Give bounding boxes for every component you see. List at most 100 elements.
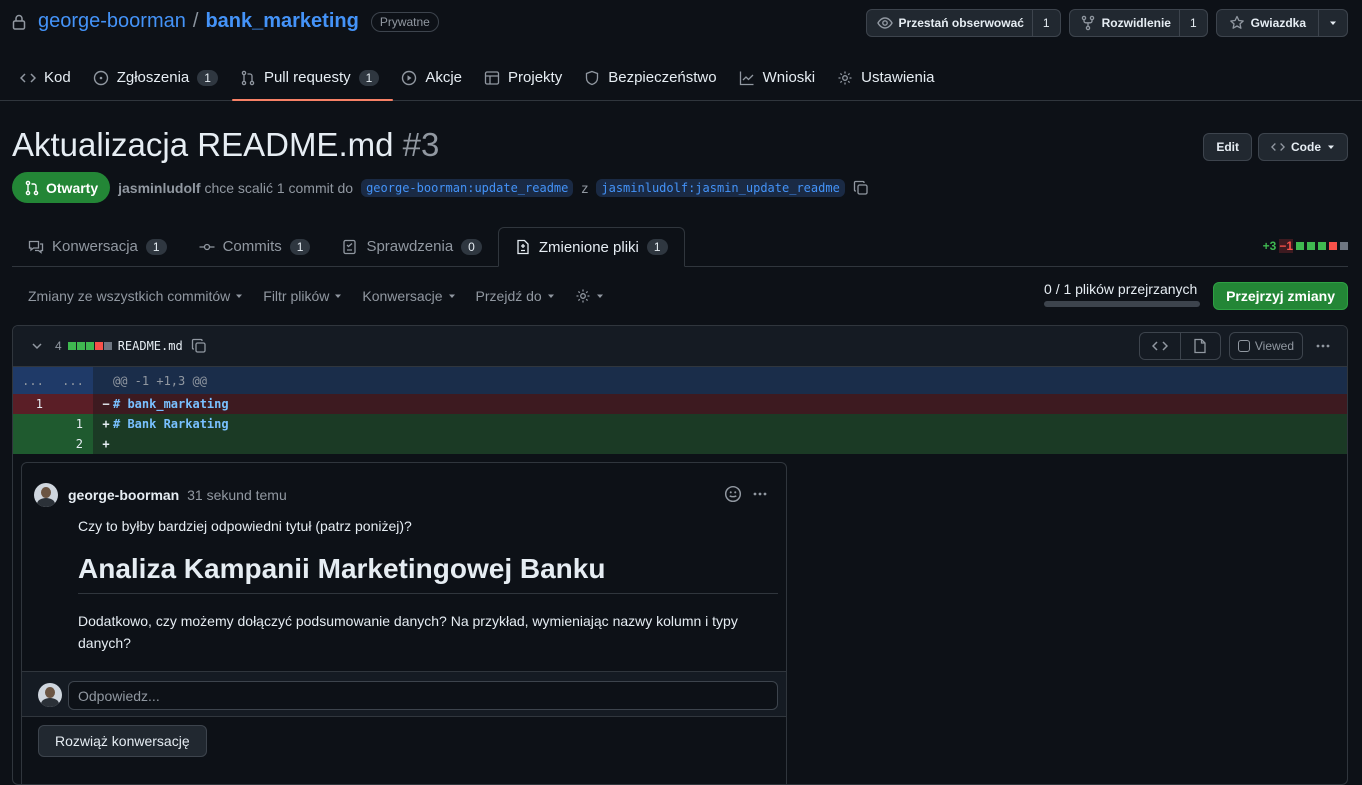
diffstat-block (94, 342, 103, 350)
triangle-down-icon (1327, 143, 1335, 151)
diffstat-block (76, 342, 85, 350)
old-line-number[interactable]: 1 (13, 397, 53, 411)
files-toolbar: Zmiany ze wszystkich commitów Filtr plik… (12, 281, 1348, 310)
nav-projects[interactable]: Projekty (476, 55, 576, 100)
fork-count[interactable]: 1 (1178, 10, 1207, 36)
reviewed-text: 0 / 1 plików przejrzanych (1044, 281, 1200, 297)
diff-settings-select[interactable] (571, 288, 620, 304)
file-icon (1192, 338, 1208, 354)
diff-line-deleted: 1 − # bank_markating (13, 394, 1347, 414)
diff-code: # bank_markating (113, 397, 229, 411)
chevron-down-icon[interactable] (31, 340, 43, 352)
copy-icon[interactable] (191, 338, 207, 354)
commit-icon (199, 239, 215, 255)
kebab-icon[interactable] (1311, 338, 1335, 354)
hunk-left-dots: ... (22, 373, 44, 388)
checkbox-icon (1237, 340, 1250, 352)
star-button[interactable]: Gwiazdka (1215, 9, 1348, 37)
code-icon (20, 70, 36, 86)
nav-security[interactable]: Bezpieczeństwo (576, 55, 730, 100)
nav-label: Pull requesty (263, 69, 351, 86)
comment-icon (28, 239, 44, 255)
nav-insights[interactable]: Wnioski (731, 55, 830, 100)
pr-title: Aktualizacja README.md #3 (12, 126, 439, 164)
checklist-icon (342, 239, 358, 255)
file-diff-icon (515, 239, 531, 255)
repo-header: george-boorman / bank_marketing Prywatne… (0, 0, 1362, 44)
watch-count[interactable]: 1 (1031, 10, 1060, 36)
eye-icon (876, 15, 893, 31)
star-dropdown[interactable] (1318, 10, 1347, 36)
fork-button[interactable]: Rozwidlenie 1 (1068, 9, 1208, 37)
file-name[interactable]: README.md (118, 339, 183, 353)
comment-paragraph: Dodatkowo, czy możemy dołączyć podsumowa… (78, 613, 738, 651)
shield-icon (584, 70, 600, 86)
reviewed-count: 0 (1044, 281, 1052, 297)
base-branch[interactable]: george-boorman:update_readme (361, 178, 574, 197)
repo-owner-link[interactable]: george-boorman (38, 10, 186, 33)
comment-time[interactable]: 31 sekund temu (187, 487, 287, 503)
pr-status-badge: Otwarty (12, 172, 111, 203)
tab-label: Sprawdzenia (366, 238, 454, 255)
code-button[interactable]: Code (1258, 133, 1348, 161)
reviewed-progress: 0 / 1 plików przejrzanych (1044, 281, 1200, 307)
review-changes-button[interactable]: Przejrzyj zmiany (1213, 282, 1348, 310)
visibility-badge: Prywatne (370, 11, 439, 32)
head-branch[interactable]: jasminludolf:jasmin_update_readme (596, 178, 845, 197)
tab-conversation[interactable]: Konwersacja 1 (12, 227, 183, 267)
file-changed-lines: 4 (55, 339, 62, 353)
tab-count: 0 (461, 238, 482, 255)
expand-lines-button[interactable]: ... ... (13, 367, 93, 394)
file-filter-select[interactable]: Filtr plików (259, 288, 358, 304)
tab-count: 1 (145, 238, 167, 255)
changes-from-select[interactable]: Zmiany ze wszystkich commitów (12, 288, 259, 304)
viewed-label: Viewed (1254, 339, 1294, 353)
avatar[interactable] (34, 483, 58, 507)
comment-heading: Analiza Kampanii Marketingowej Banku (78, 553, 778, 594)
tab-label: Konwersacja (52, 238, 138, 255)
conversations-label: Konwersacje (362, 288, 443, 304)
star-icon (1229, 15, 1245, 31)
nav-code[interactable]: Kod (12, 55, 85, 100)
reply-row: Odpowiedz... (22, 671, 786, 717)
new-line-number[interactable]: 2 (53, 437, 93, 451)
file-filter-label: Filtr plików (263, 288, 330, 304)
diff-line-added: 1 + # Bank Rarkating (13, 414, 1347, 434)
viewed-checkbox[interactable]: Viewed (1228, 332, 1303, 360)
diffstat-block (1340, 242, 1348, 250)
smiley-icon[interactable] (724, 485, 742, 503)
copy-icon[interactable] (853, 180, 869, 196)
repo-name-link[interactable]: bank_marketing (205, 10, 358, 33)
kebab-icon[interactable] (752, 486, 768, 502)
tab-checks[interactable]: Sprawdzenia 0 (326, 227, 497, 267)
nav-label: Bezpieczeństwo (608, 69, 717, 86)
rich-view-button[interactable] (1179, 333, 1220, 359)
resolve-conversation-button[interactable]: Rozwiąż konwersację (38, 725, 207, 757)
review-thread: george-boorman 31 sekund temu Czy to był… (21, 462, 787, 784)
nav-settings[interactable]: Ustawienia (829, 55, 948, 100)
tab-count: 1 (646, 239, 668, 255)
code-icon (1151, 338, 1168, 354)
jump-to-select[interactable]: Przejdź do (472, 288, 571, 304)
reviewed-progress-bar (1044, 301, 1200, 307)
pr-author-link[interactable]: jasminludolf (118, 180, 200, 196)
repo-nav: Kod Zgłoszenia 1 Pull requesty 1 Akcje P… (0, 55, 1362, 101)
reply-input[interactable]: Odpowiedz... (68, 681, 778, 710)
nav-label: Akcje (425, 69, 463, 86)
new-line-number[interactable]: 1 (53, 417, 93, 431)
nav-actions[interactable]: Akcje (393, 55, 476, 100)
code-view-button[interactable] (1140, 333, 1180, 359)
fork-label: Rozwidlenie (1101, 16, 1171, 30)
watch-button[interactable]: Przestań obserwować 1 (865, 9, 1061, 37)
diffstat-block (85, 342, 94, 350)
edit-button[interactable]: Edit (1203, 133, 1252, 161)
tab-commits[interactable]: Commits 1 (183, 227, 327, 267)
diffstat-additions: +3 (1262, 239, 1277, 253)
nav-count: 1 (358, 69, 380, 86)
nav-issues[interactable]: Zgłoszenia 1 (85, 55, 232, 100)
comment-author[interactable]: george-boorman (68, 487, 179, 503)
tab-files-changed[interactable]: Zmienione pliki 1 (497, 227, 685, 267)
conversations-select[interactable]: Konwersacje (358, 288, 471, 304)
nav-pull-requests[interactable]: Pull requesty 1 (231, 55, 394, 101)
diffstat-deletions: −1 (1279, 239, 1293, 253)
